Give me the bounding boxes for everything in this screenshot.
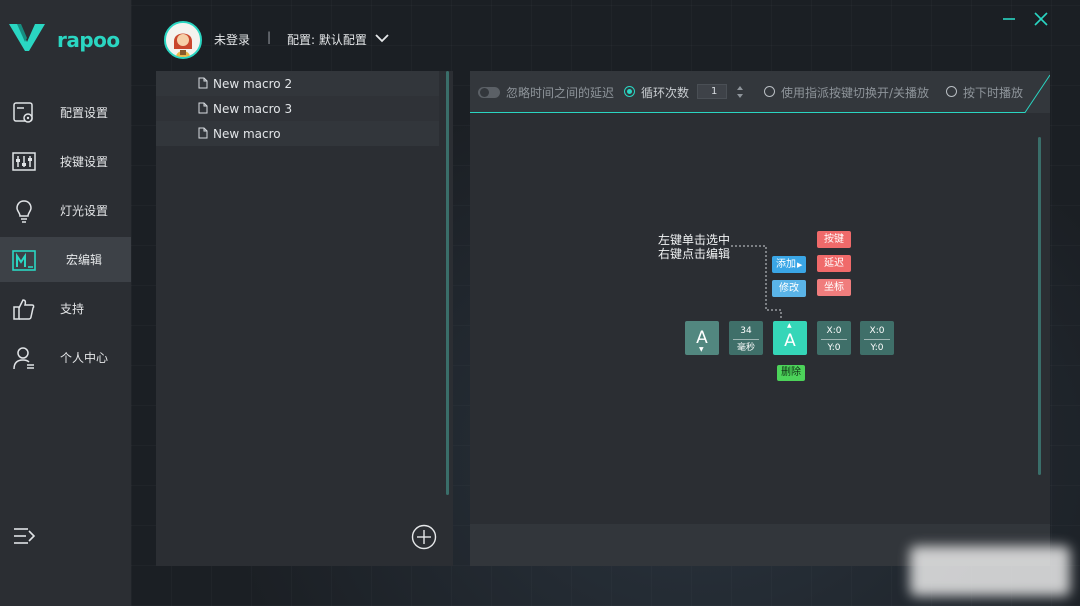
add-macro-button[interactable] [411, 524, 437, 550]
hint-line-1: 左键单击选中 [658, 233, 731, 247]
modify-tag[interactable]: 修改 [772, 280, 806, 297]
coord-y: Y:0 [827, 343, 841, 353]
block-divider [864, 339, 890, 340]
sidebar-item-label: 按键设置 [60, 155, 109, 169]
macro-key-block-selected[interactable]: ▲ A [773, 321, 807, 355]
rapoo-logo: rapoo [9, 20, 120, 56]
config-selector-label[interactable]: 配置: 默认配置 [287, 31, 367, 48]
chevron-down-icon[interactable] [375, 33, 389, 43]
sliders-icon [12, 151, 36, 171]
thumbs-up-icon [13, 298, 35, 320]
macro-name: New macro 2 [213, 76, 293, 91]
watermark-blur [910, 546, 1070, 596]
brand-name: rapoo [57, 28, 120, 52]
macro-key-block[interactable]: A ▼ [685, 321, 719, 355]
sidebar-item-config[interactable]: 配置设置 [0, 90, 131, 135]
caret-right-icon: ▶ [797, 261, 803, 269]
minimize-icon[interactable] [1002, 12, 1016, 26]
coord-tag[interactable]: 坐标 [817, 279, 851, 296]
delete-tag[interactable]: 删除 [777, 365, 805, 381]
document-icon [198, 102, 208, 114]
sidebar-item-label: 个人中心 [60, 351, 109, 365]
block-divider [821, 339, 847, 340]
toggle-play-radio[interactable] [764, 86, 775, 97]
macro-list-scrollbar[interactable] [446, 71, 449, 495]
v-logo-icon [9, 24, 45, 51]
document-icon [198, 77, 208, 89]
key-up-arrow-icon: ▲ [787, 322, 792, 329]
macro-list-item[interactable]: New macro 2 [156, 71, 439, 96]
document-icon [198, 127, 208, 139]
macro-name: New macro [213, 126, 281, 141]
delay-tag[interactable]: 延迟 [817, 255, 851, 272]
avatar[interactable] [164, 21, 202, 59]
loop-label: 循环次数 [641, 86, 690, 100]
sidebar-item-macro[interactable]: 宏编辑 [0, 237, 131, 282]
sidebar-item-personal[interactable]: 个人中心 [0, 335, 131, 380]
macro-list-item[interactable]: New macro [156, 121, 439, 146]
macro-coord-block[interactable]: X:0 Y:0 [860, 321, 894, 355]
sidebar-item-label: 灯光设置 [60, 204, 109, 218]
loop-radio[interactable] [624, 86, 635, 97]
close-icon[interactable] [1034, 12, 1048, 26]
edit-hint-text: 左键单击选中 右键点击编辑 [658, 233, 730, 261]
delay-unit: 毫秒 [736, 343, 755, 353]
user-icon [13, 346, 34, 369]
delay-value: 34 [740, 326, 752, 336]
hold-play-label: 按下时播放 [963, 86, 1024, 100]
avatar-image [166, 23, 200, 57]
bulb-icon [16, 199, 32, 223]
user-name[interactable]: 未登录 [214, 31, 250, 48]
sidebar-item-keys[interactable]: 按键设置 [0, 139, 131, 184]
loop-count-stepper[interactable] [736, 84, 744, 100]
macro-editor-panel: 忽略时间之间的延迟 循环次数 1 使用指派按键切换开/关播放 按下时播放 [470, 71, 1050, 566]
block-divider [733, 339, 759, 340]
add-tag[interactable]: 添加▶ [772, 256, 806, 273]
toggle-play-label: 使用指派按键切换开/关播放 [781, 86, 930, 100]
key-down-arrow-icon: ▼ [699, 346, 704, 353]
sidebar-item-label: 支持 [60, 302, 85, 316]
macro-options-toolbar: 忽略时间之间的延迟 循环次数 1 使用指派按键切换开/关播放 按下时播放 [470, 71, 1050, 113]
ignore-delay-label: 忽略时间之间的延迟 [506, 86, 615, 100]
config-file-icon [13, 101, 33, 123]
macro-name: New macro 3 [213, 101, 293, 116]
loop-count-input[interactable]: 1 [697, 84, 727, 99]
key-tag[interactable]: 按键 [817, 231, 851, 248]
macro-list-panel: New macro 2 New macro 3 New macro [156, 71, 453, 566]
sidebar: rapoo 配置设置 按键设置 灯光设置 宏编辑 支持 个人中心 [0, 0, 131, 606]
coord-y: Y:0 [870, 343, 884, 353]
sidebar-item-support[interactable]: 支持 [0, 286, 131, 331]
sidebar-item-label: 宏编辑 [66, 253, 103, 267]
coord-x: X:0 [869, 326, 885, 336]
ignore-delay-toggle[interactable] [478, 87, 500, 98]
macro-m-icon [12, 249, 36, 271]
macro-delay-block[interactable]: 34 毫秒 [729, 321, 763, 355]
header-separator: | [267, 30, 272, 44]
hint-line-2: 右键点击编辑 [658, 247, 731, 261]
sidebar-item-label: 配置设置 [60, 106, 109, 120]
editor-scrollbar[interactable] [1038, 137, 1041, 475]
sidebar-item-lighting[interactable]: 灯光设置 [0, 188, 131, 233]
coord-x: X:0 [826, 326, 842, 336]
macro-coord-block[interactable]: X:0 Y:0 [817, 321, 851, 355]
macro-list-item[interactable]: New macro 3 [156, 96, 439, 121]
menu-collapse-icon[interactable] [12, 525, 36, 547]
hold-play-radio[interactable] [946, 86, 957, 97]
add-tag-label: 添加 [776, 259, 796, 270]
